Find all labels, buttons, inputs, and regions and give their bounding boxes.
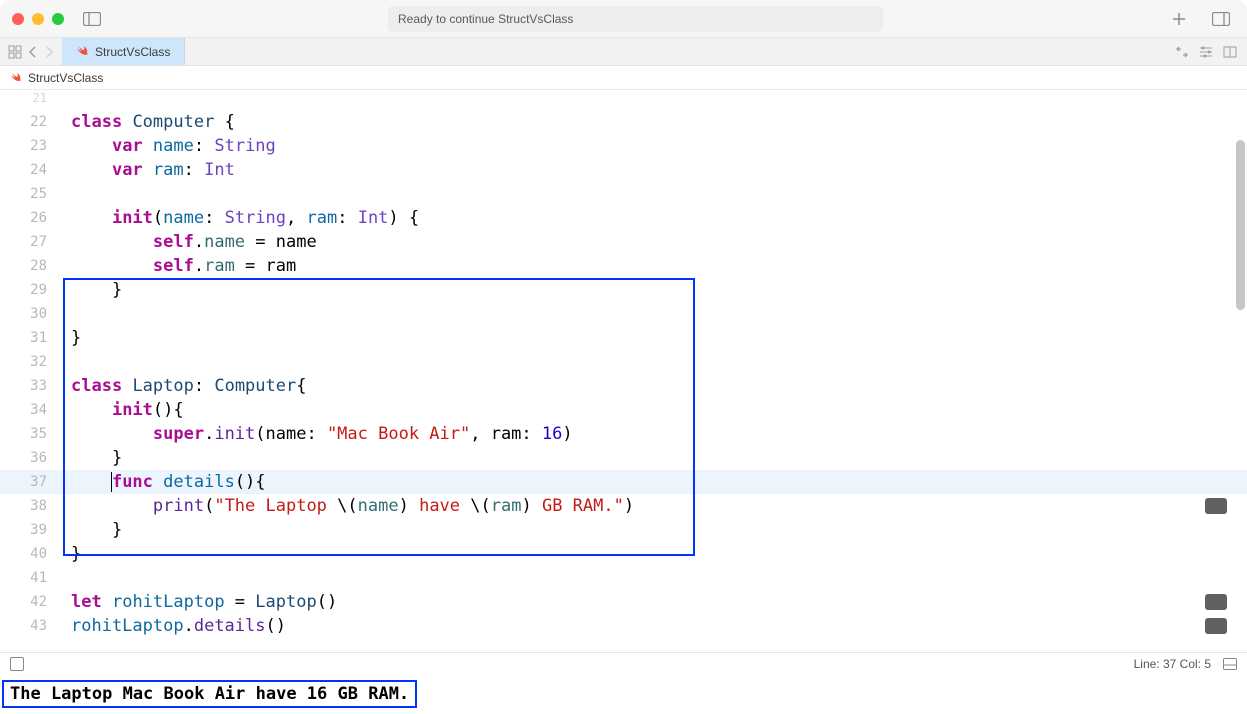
line-number: 25 — [0, 182, 55, 206]
counterpart-icon[interactable] — [1175, 46, 1189, 58]
line-number: 39 — [0, 518, 55, 542]
tab-label: StructVsClass — [95, 45, 170, 59]
window-controls — [12, 13, 64, 25]
swift-icon — [10, 72, 22, 84]
cursor-position: Line: 37 Col: 5 — [1134, 657, 1211, 671]
line-number: 23 — [0, 134, 55, 158]
line-number: 42 — [0, 590, 55, 614]
close-window-button[interactable] — [12, 13, 24, 25]
line-number: 21 — [0, 90, 55, 110]
line-number: 36 — [0, 446, 55, 470]
line-number: 35 — [0, 422, 55, 446]
line-number: 27 — [0, 230, 55, 254]
line-number: 37 — [0, 470, 55, 494]
code-editor[interactable]: 21 22class Computer { 23 var name: Strin… — [0, 90, 1247, 652]
line-number: 33 — [0, 374, 55, 398]
add-tab-button[interactable] — [1165, 7, 1193, 31]
console-output: The Laptop Mac Book Air have 16 GB RAM. — [2, 680, 417, 708]
line-number: 31 — [0, 326, 55, 350]
zoom-window-button[interactable] — [52, 13, 64, 25]
activity-title-text: Ready to continue StructVsClass — [398, 12, 573, 26]
result-sidebar — [1177, 90, 1247, 652]
line-number: 32 — [0, 350, 55, 374]
line-number: 22 — [0, 110, 55, 134]
breadcrumb-label: StructVsClass — [28, 71, 103, 85]
nav-back-icon[interactable] — [28, 46, 38, 58]
line-number: 34 — [0, 398, 55, 422]
minimize-window-button[interactable] — [32, 13, 44, 25]
line-number: 26 — [0, 206, 55, 230]
line-number: 28 — [0, 254, 55, 278]
line-number: 29 — [0, 278, 55, 302]
toggle-right-panel-button[interactable] — [1207, 7, 1235, 31]
console-area: The Laptop Mac Book Air have 16 GB RAM. — [0, 674, 1247, 714]
file-tab[interactable]: StructVsClass — [62, 38, 185, 65]
add-editor-icon[interactable] — [1223, 46, 1237, 58]
adjust-editor-icon[interactable] — [1199, 46, 1213, 58]
breadcrumb[interactable]: StructVsClass — [0, 66, 1247, 90]
line-number: 24 — [0, 158, 55, 182]
activity-title: Ready to continue StructVsClass — [388, 6, 883, 32]
line-number: 40 — [0, 542, 55, 566]
line-number: 41 — [0, 566, 55, 590]
tab-bar: StructVsClass — [0, 38, 1247, 66]
nav-forward-icon[interactable] — [44, 46, 54, 58]
line-number: 43 — [0, 614, 55, 638]
titlebar: Ready to continue StructVsClass — [0, 0, 1247, 38]
toggle-left-panel-button[interactable] — [78, 7, 106, 31]
debug-toggle-icon[interactable] — [10, 657, 24, 671]
inline-result-icon[interactable] — [1205, 618, 1227, 634]
swift-icon — [76, 45, 89, 58]
toggle-console-icon[interactable] — [1223, 658, 1237, 670]
status-bar: Line: 37 Col: 5 — [0, 652, 1247, 674]
inline-result-icon[interactable] — [1205, 594, 1227, 610]
line-number: 38 — [0, 494, 55, 518]
related-items-icon[interactable] — [8, 45, 22, 59]
line-number: 30 — [0, 302, 55, 326]
inline-result-icon[interactable] — [1205, 498, 1227, 514]
